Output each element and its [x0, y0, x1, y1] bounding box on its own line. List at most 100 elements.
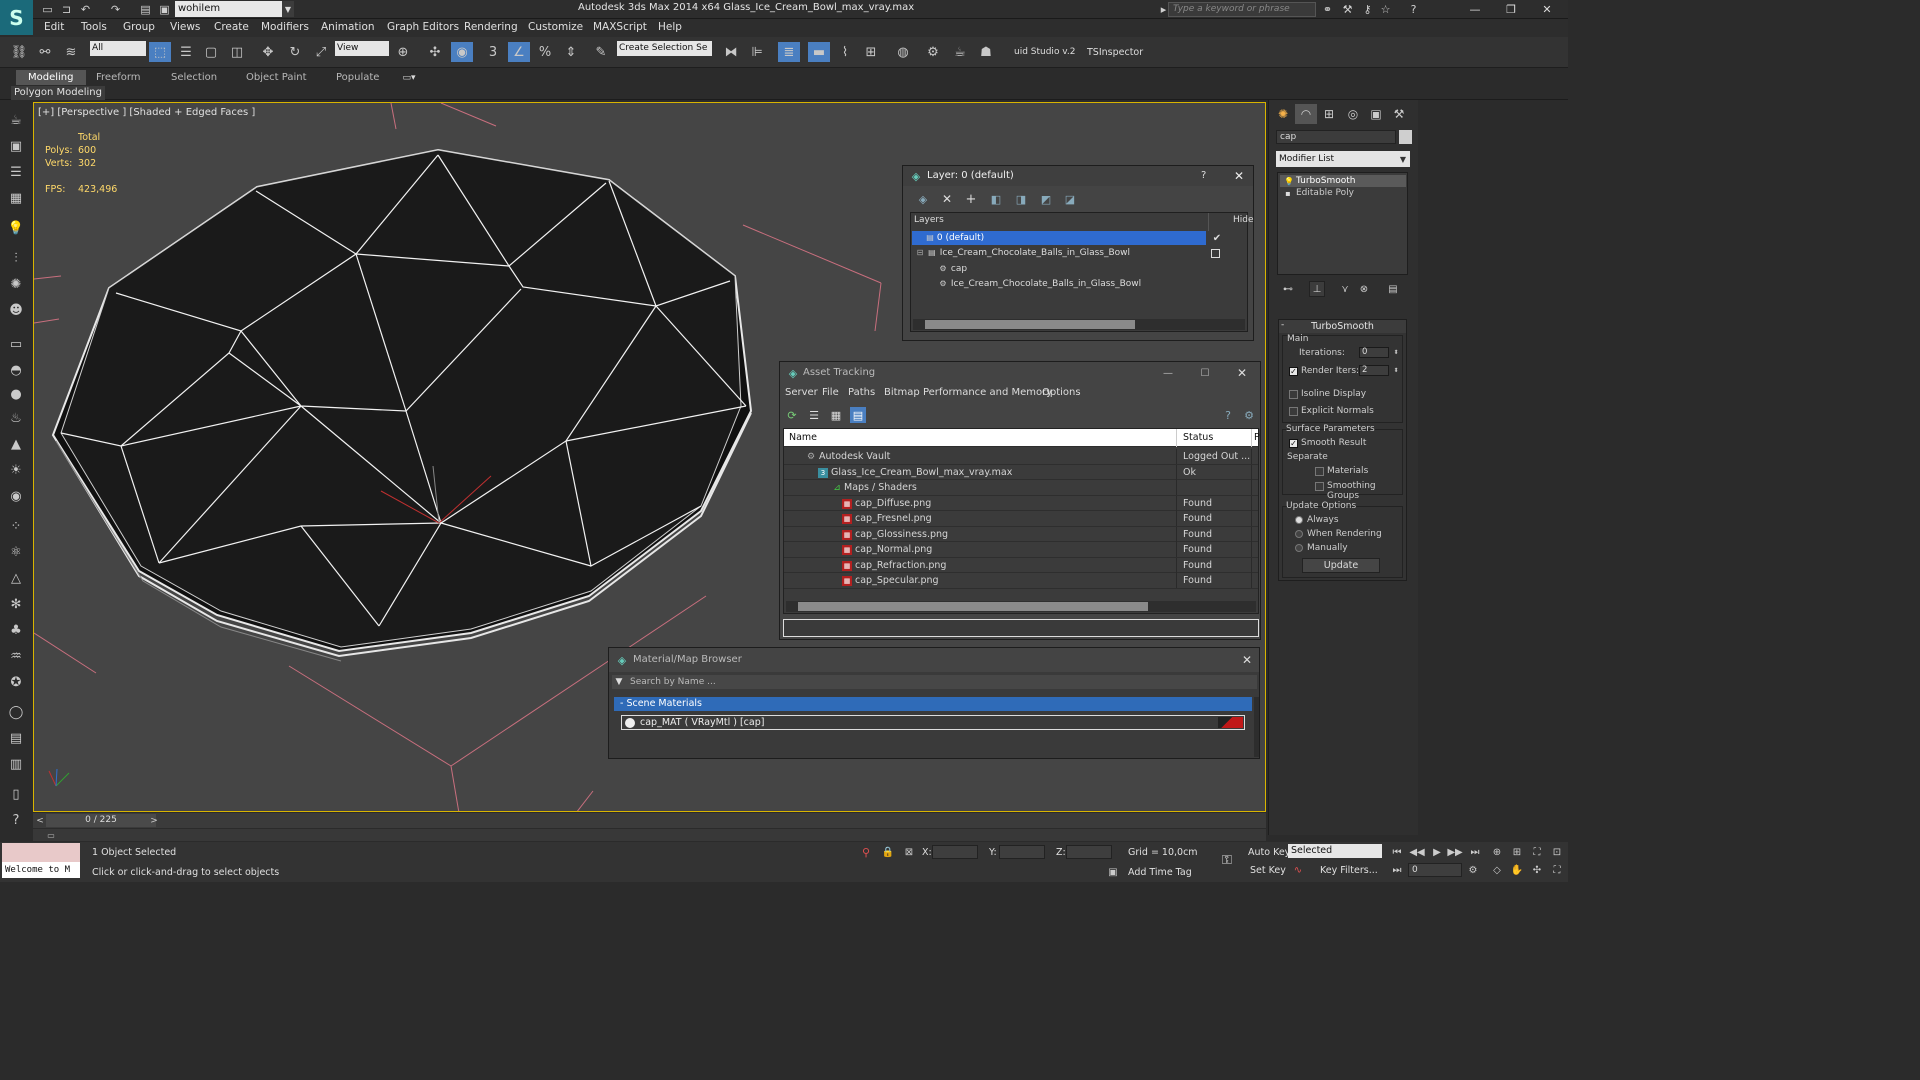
go-to-start-icon[interactable]: ⏮ — [1390, 845, 1404, 859]
tab-modeling[interactable]: Modeling — [16, 70, 86, 85]
edit-named-selection-icon[interactable]: ✎ — [590, 42, 612, 62]
delete-icon[interactable]: ✕ — [939, 191, 955, 207]
layer-hide-icon[interactable]: ◩ — [1038, 191, 1054, 207]
cup-icon[interactable]: ♨ — [6, 408, 26, 428]
triangle-icon[interactable]: △ — [6, 568, 26, 588]
zoom-extents-all-icon[interactable]: ⊡ — [1550, 845, 1564, 859]
app-logo-icon[interactable]: S — [0, 0, 33, 35]
unlink-icon[interactable]: ⚯ — [34, 42, 56, 62]
ribbon-toggle-icon[interactable]: ▬ — [808, 42, 830, 62]
zoom-icon[interactable]: ⊕ — [1490, 845, 1504, 859]
utilities-tab-icon[interactable]: ⚒ — [1388, 104, 1410, 124]
save-icon[interactable]: ▣ — [157, 2, 172, 17]
explicit-normals-checkbox[interactable] — [1289, 407, 1298, 416]
question-icon[interactable]: ? — [6, 810, 26, 830]
layer-row-default[interactable]: ▤ 0 (default) — [912, 231, 1206, 245]
asset-row[interactable]: ⊿ Maps / Shaders — [784, 480, 1258, 496]
bind-spacewarp-icon[interactable]: ≋ — [60, 42, 82, 62]
pan-icon[interactable]: ✋ — [1510, 863, 1524, 877]
scene-materials-section[interactable]: - Scene Materials — [614, 697, 1252, 711]
keyboard-shortcut-icon[interactable]: ◉ — [451, 42, 473, 62]
rotate-icon[interactable]: ↻ — [284, 42, 306, 62]
minimize-icon[interactable]: — — [1160, 365, 1176, 381]
lightbulb-icon[interactable]: 💡 — [6, 218, 26, 238]
rect-selection-icon[interactable]: ▢ — [200, 42, 222, 62]
rendered-frame-icon[interactable]: ☕ — [949, 42, 971, 62]
polygon-modeling-panel[interactable]: Polygon Modeling — [11, 86, 105, 100]
layer-hide-checkbox[interactable] — [1211, 249, 1220, 258]
smooth-result-checkbox[interactable]: ✓ — [1289, 439, 1298, 448]
tab-selection[interactable]: Selection — [159, 70, 229, 85]
asset-table[interactable]: Name Status P ⚙ Autodesk Vault Logged Out… — [783, 428, 1260, 614]
chevron-down-icon[interactable]: ▼ — [282, 1, 294, 17]
previous-key-icon[interactable]: ◀◀ — [1409, 845, 1424, 859]
hide-column-header[interactable]: Hide — [1233, 215, 1254, 225]
menu-customize[interactable]: Customize — [528, 21, 583, 33]
browser-scrollbar[interactable] — [1254, 697, 1259, 757]
time-config-icon[interactable]: ⚙ — [1466, 863, 1480, 877]
material-browser-titlebar[interactable]: ◈ Material/Map Browser ✕ — [609, 648, 1259, 672]
undo-icon[interactable]: ↶ — [78, 2, 93, 17]
grid-icon[interactable]: ▦ — [6, 188, 26, 208]
track-bar[interactable] — [33, 829, 1266, 841]
list-view-icon[interactable]: ☰ — [806, 407, 822, 423]
select-object-icon[interactable]: ⬚ — [149, 42, 171, 62]
hair-icon[interactable]: ♒ — [6, 646, 26, 666]
browser-options-icon[interactable]: ▼ — [613, 676, 625, 688]
percent-snap-icon[interactable]: % — [534, 42, 556, 62]
align-icon[interactable]: ⊫ — [746, 42, 768, 62]
asset-menu-bitmap[interactable]: Bitmap Performance and Memory — [884, 387, 1052, 398]
curve-editor-icon[interactable]: ⌇ — [834, 42, 856, 62]
render-iters-checkbox[interactable]: ✓ — [1289, 367, 1298, 376]
expand-icon[interactable]: ▪ — [1284, 189, 1292, 198]
help-icon[interactable]: ? — [1220, 407, 1236, 423]
render-production-icon[interactable]: ☗ — [975, 42, 997, 62]
workspace-dropdown[interactable]: wohilem — [175, 1, 285, 17]
reference-coord-dropdown[interactable]: View — [335, 41, 389, 56]
select-in-layer-icon[interactable]: ◧ — [988, 191, 1004, 207]
asset-row[interactable]: ▦ cap_Diffuse.png Found — [784, 495, 1258, 511]
move-icon[interactable]: ✥ — [257, 42, 279, 62]
close-icon[interactable]: ✕ — [1234, 365, 1250, 381]
plant-icon[interactable]: ♣ — [6, 620, 26, 640]
restore-icon[interactable]: ❐ — [1496, 0, 1526, 18]
close-icon[interactable]: ✕ — [1532, 0, 1562, 18]
iterations-spinner[interactable]: 0 — [1359, 347, 1389, 358]
when-rendering-radio[interactable] — [1295, 530, 1303, 538]
render-icon[interactable]: ▥ — [6, 754, 26, 774]
turbosmooth-rollout-title[interactable]: TurboSmooth — [1279, 320, 1406, 333]
tab-populate[interactable]: Populate — [324, 70, 391, 85]
box-icon[interactable]: ▭ — [6, 334, 26, 354]
table-view-icon[interactable]: ▤ — [850, 407, 866, 423]
orb-icon[interactable]: ◉ — [6, 486, 26, 506]
collapse-icon[interactable]: - — [1281, 320, 1284, 330]
maxscript-mini-listener[interactable]: Welcome to M — [2, 862, 80, 878]
thumbnail-view-icon[interactable]: ▦ — [828, 407, 844, 423]
tools-icon[interactable]: ⚒ — [1340, 2, 1355, 17]
hierarchy-tab-icon[interactable]: ⊞ — [1318, 104, 1340, 124]
viewport-label[interactable]: [+] [Perspective ] [Shaded + Edged Faces… — [38, 107, 255, 118]
time-slider-bar[interactable] — [33, 813, 1266, 828]
lightbulb-icon[interactable]: 💡 — [1284, 176, 1294, 186]
scale-icon[interactable]: ⤢ — [310, 42, 332, 62]
select-manipulate-icon[interactable]: ✣ — [424, 42, 446, 62]
modifier-list-dropdown[interactable]: Modifier List — [1276, 151, 1410, 167]
asset-path-field[interactable] — [783, 619, 1259, 637]
minimize-icon[interactable]: — — [1460, 0, 1490, 18]
menu-tools[interactable]: Tools — [81, 21, 107, 33]
modifier-stack[interactable]: TurboSmooth 💡 Editable Poly ▪ — [1277, 172, 1408, 275]
next-key-icon[interactable]: ▶▶ — [1447, 845, 1462, 859]
maxscript-listener-top[interactable] — [2, 843, 80, 862]
asset-horizontal-scrollbar[interactable] — [786, 601, 1256, 612]
zoom-extents-icon[interactable]: ⛶ — [1530, 845, 1544, 859]
spinner-arrows-icon[interactable]: ⬍ — [1392, 347, 1400, 358]
atom-icon[interactable]: ✻ — [6, 594, 26, 614]
menu-edit[interactable]: Edit — [44, 21, 64, 33]
asset-row[interactable]: ▦ cap_Specular.png Found — [784, 573, 1258, 589]
scroll-thumb[interactable] — [798, 602, 1148, 611]
motion-tab-icon[interactable]: ◎ — [1342, 104, 1364, 124]
close-icon[interactable]: ✕ — [1239, 652, 1255, 668]
collapse-icon[interactable]: ⊟ — [916, 246, 924, 260]
path-column-header[interactable]: P — [1254, 429, 1260, 446]
asset-row[interactable]: ▦ cap_Normal.png Found — [784, 542, 1258, 558]
